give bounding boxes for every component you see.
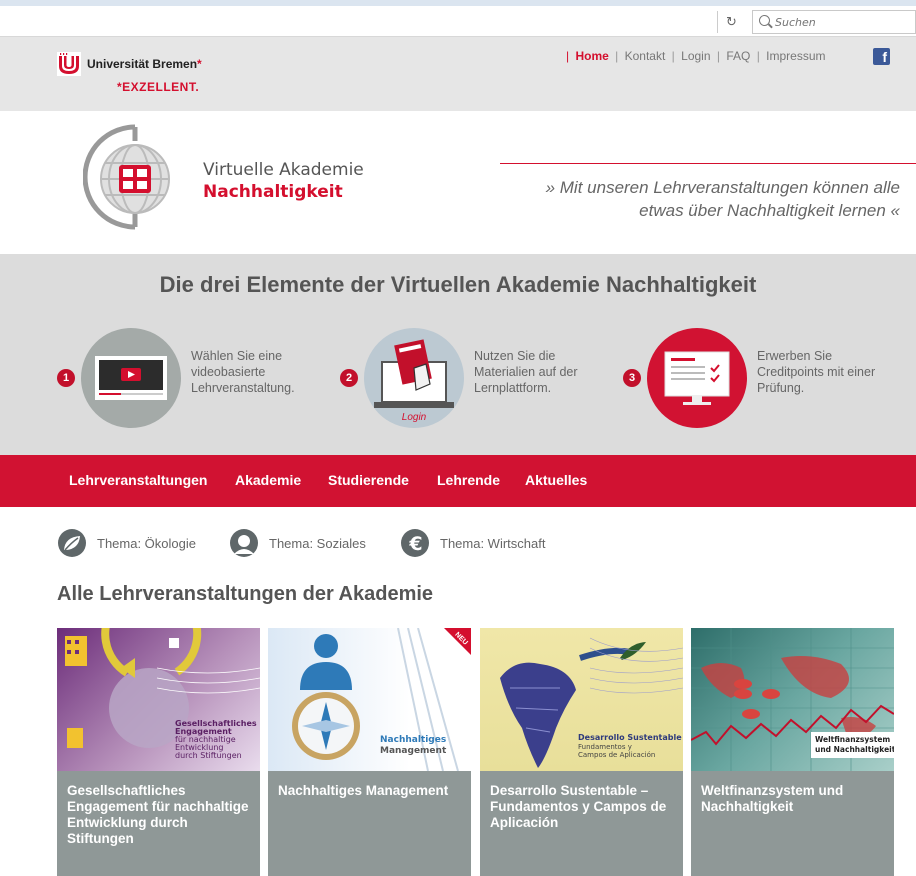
course-title[interactable]: Nachhaltiges Management <box>268 771 471 876</box>
course-title[interactable]: Desarrollo Sustentable – Fundamentos y C… <box>480 771 683 876</box>
tagline-divider <box>500 163 916 164</box>
course-card[interactable]: Desarrollo Sustentable Fundamentos y Cam… <box>480 628 683 876</box>
step-number: 3 <box>623 369 641 387</box>
theme-label: Thema: Soziales <box>269 536 366 551</box>
theme-oekologie[interactable]: Thema: Ökologie <box>57 528 217 558</box>
theme-label: Thema: Wirtschaft <box>440 536 546 551</box>
course-image: Gesellschaftliches Engagement für nachha… <box>57 628 260 771</box>
nav-akademie[interactable]: Akademie <box>235 472 301 488</box>
course-image: Weltfinanzsystem und Nachhaltigkeit <box>691 628 894 771</box>
theme-soziales[interactable]: Thema: Soziales <box>229 528 389 558</box>
nav-lehrende[interactable]: Lehrende <box>437 472 500 488</box>
course-title[interactable]: Weltfinanzsystem und Nachhaltigkeit <box>691 771 894 876</box>
theme-wirtschaft[interactable]: € Thema: Wirtschaft <box>400 528 570 558</box>
exam-monitor-icon <box>647 328 747 428</box>
course-image-caption: Nachhaltiges <box>380 735 446 745</box>
top-nav-impressum[interactable]: Impressum <box>766 49 825 63</box>
tagline-line2: etwas über Nachhaltigkeit lernen « <box>639 201 900 220</box>
step-1-text: Wählen Sie eine videobasierte Lehrverans… <box>191 349 295 395</box>
courses-title: Alle Lehrveranstaltungen der Akademie <box>57 583 434 605</box>
course-title[interactable]: Gesellschaftliches Engagement für nachha… <box>57 771 260 876</box>
theme-label: Thema: Ökologie <box>97 536 196 551</box>
three-elements-section: Die drei Elemente der Virtuellen Akademi… <box>0 254 916 455</box>
step-number: 2 <box>340 369 358 387</box>
reload-icon[interactable]: ↻ <box>717 11 745 33</box>
search-icon <box>759 15 770 26</box>
course-image-caption: Fundamentos y <box>578 743 632 751</box>
course-image-caption: und Nachhaltigkeit <box>815 745 894 754</box>
academy-logo[interactable]: Virtuelle Akademie Nachhaltigkeit <box>83 123 364 230</box>
step-2-text: Nutzen Sie die Materialien auf der Lernp… <box>474 349 578 395</box>
search-box[interactable] <box>752 10 916 34</box>
facebook-icon[interactable]: f <box>873 48 890 65</box>
login-label: Login <box>402 412 427 423</box>
nav-studierende[interactable]: Studierende <box>328 472 409 488</box>
step-2: 2 Login Nutzen Sie die Materialien auf d… <box>340 328 620 428</box>
course-image-caption: Campos de Aplicación <box>578 751 655 759</box>
login-laptop-icon: Login <box>364 328 464 428</box>
leaf-icon <box>58 529 86 557</box>
nav-aktuelles[interactable]: Aktuelles <box>525 472 587 488</box>
course-card[interactable]: NEU Nachhaltiges Management Nachhaltiges… <box>268 628 471 876</box>
search-input[interactable] <box>775 14 905 30</box>
university-name: Universität Bremen <box>87 57 198 71</box>
university-star: * <box>197 57 202 71</box>
euro-icon: € <box>401 529 429 557</box>
video-player-icon <box>81 328 181 428</box>
top-nav: | Home | Kontakt | Login | FAQ | Impress… <box>566 49 826 63</box>
site-header: Universität Bremen* *EXZELLENT. | Home |… <box>0 37 916 111</box>
step-3-text: Erwerben Sie Creditpoints mit einer Prüf… <box>757 349 876 395</box>
top-nav-faq[interactable]: FAQ <box>726 49 750 63</box>
course-card[interactable]: Gesellschaftliches Engagement für nachha… <box>57 628 260 876</box>
tagline: » Mit unseren Lehrveranstaltungen können… <box>470 176 900 222</box>
step-3: 3 Erwerben Sie Creditpoints mit einer Pr… <box>623 328 903 428</box>
step-1: 1 Wählen Sie eine videobasierte Lehrvera… <box>57 328 337 428</box>
course-image-caption: durch Stiftungen <box>175 751 242 760</box>
course-image: Desarrollo Sustentable Fundamentos y Cam… <box>480 628 683 771</box>
top-nav-home[interactable]: Home <box>575 49 608 63</box>
globe-logo-icon <box>83 124 170 230</box>
course-image-caption: Weltfinanzsystem <box>815 735 890 744</box>
course-card[interactable]: Weltfinanzsystem und Nachhaltigkeit Welt… <box>691 628 894 876</box>
university-mark-icon <box>57 52 81 76</box>
course-image-caption: Management <box>380 746 447 756</box>
svg-text:€: € <box>408 533 422 555</box>
university-logo[interactable]: Universität Bremen* *EXZELLENT. <box>57 52 237 94</box>
main-nav: Lehrveranstaltungen Akademie Studierende… <box>0 455 916 507</box>
logo-row: Virtuelle Akademie Nachhaltigkeit » Mit … <box>0 111 916 254</box>
course-image: NEU Nachhaltiges Management <box>268 628 471 771</box>
tagline-line1: » Mit unseren Lehrveranstaltungen können… <box>545 178 900 197</box>
browser-toolbar: ↻ <box>0 0 916 37</box>
nav-lehrveranstaltungen[interactable]: Lehrveranstaltungen <box>69 472 207 488</box>
step-number: 1 <box>57 369 75 387</box>
academy-name-line1: Virtuelle Akademie <box>203 160 364 180</box>
top-nav-login[interactable]: Login <box>681 49 710 63</box>
excellence-label: *EXZELLENT. <box>117 80 200 94</box>
course-image-caption: Desarrollo Sustentable <box>578 733 682 742</box>
theme-filters: Thema: Ökologie Thema: Soziales € Thema:… <box>57 528 657 558</box>
person-icon <box>230 529 258 557</box>
academy-name-line2: Nachhaltigkeit <box>203 182 343 202</box>
top-nav-kontakt[interactable]: Kontakt <box>625 49 666 63</box>
elements-title: Die drei Elemente der Virtuellen Akademi… <box>159 272 757 297</box>
